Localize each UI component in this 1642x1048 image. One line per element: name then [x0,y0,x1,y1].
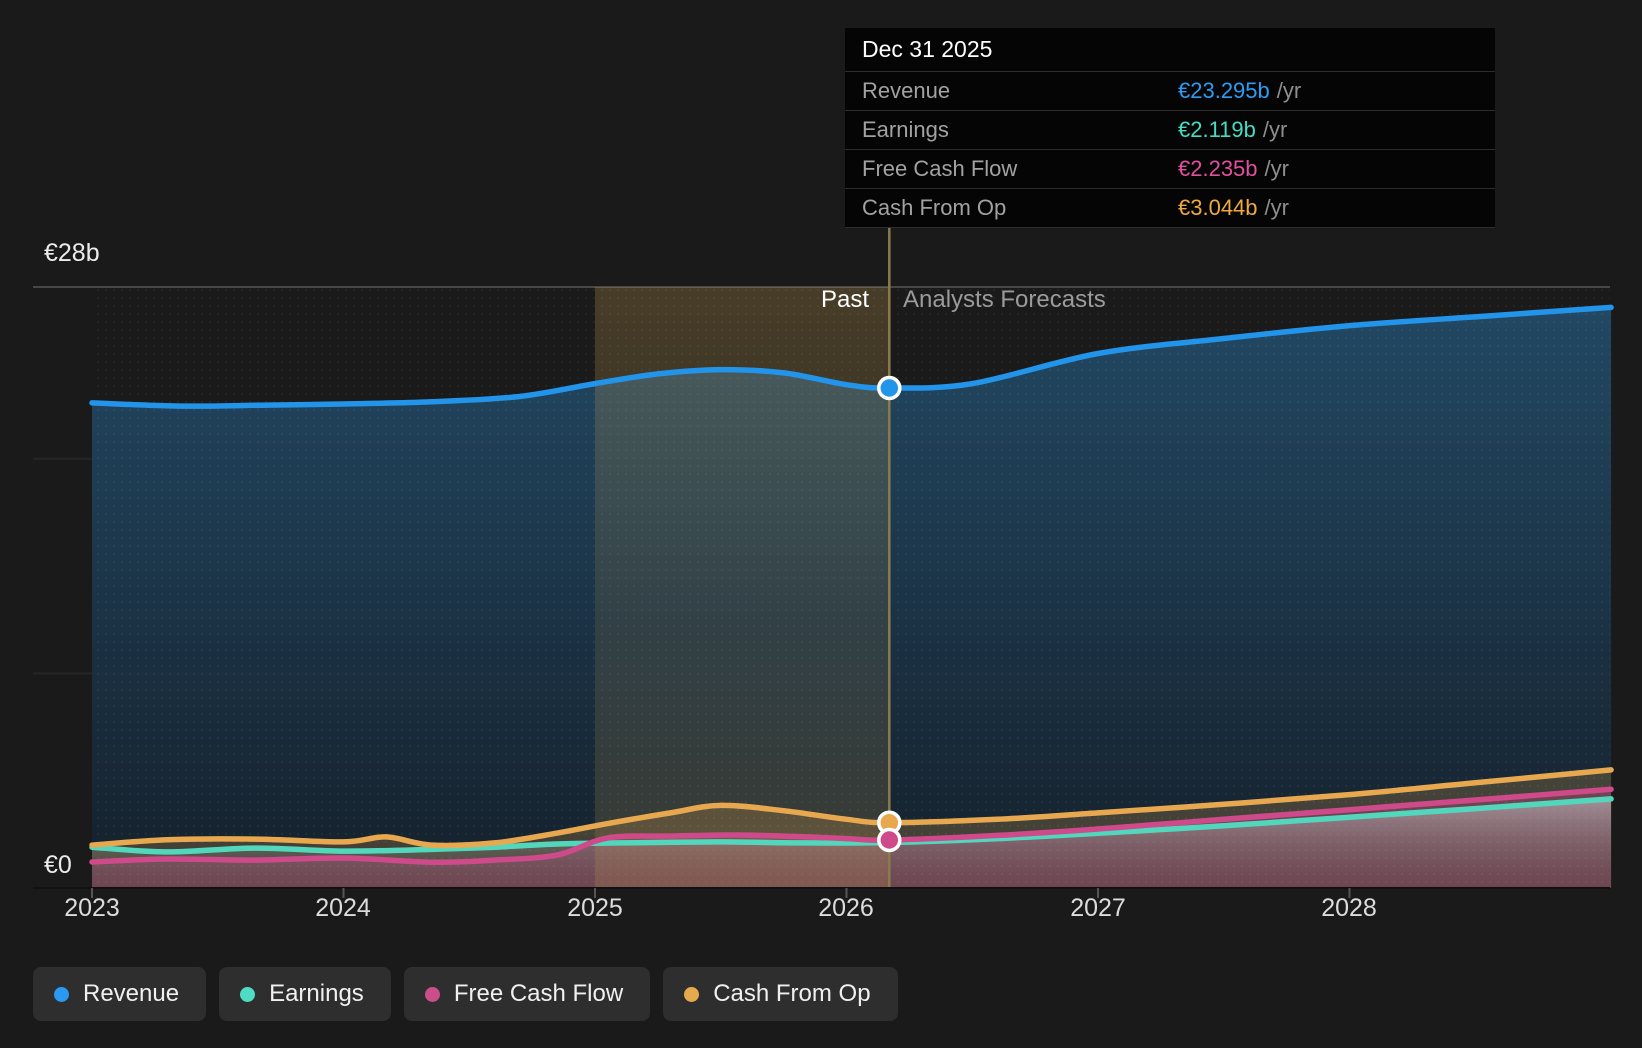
y-axis-zero-label: €0 [44,850,72,880]
chart-legend: Revenue Earnings Free Cash Flow Cash Fro… [33,967,898,1021]
tooltip-cashop-value: €3.044b [1178,195,1258,221]
free-cash-flow-marker[interactable] [879,830,900,851]
tooltip-date: Dec 31 2025 [845,28,1495,72]
tooltip-revenue-label: Revenue [845,78,1178,104]
tooltip-fcf-label: Free Cash Flow [845,156,1178,182]
x-axis-label-2024: 2024 [315,894,371,923]
x-axis-label-2025: 2025 [567,894,623,923]
revenue-marker[interactable] [879,378,900,399]
legend-earnings-label: Earnings [269,980,364,1008]
tooltip-earnings-value: €2.119b [1178,117,1256,143]
tooltip-revenue-suffix: /yr [1277,78,1301,104]
tooltip-row-cash-from-op: Cash From Op €3.044b /yr [845,189,1495,228]
y-axis-top-label: €28b [44,238,100,268]
x-axis-label-2028: 2028 [1321,894,1377,923]
analysts-forecasts-zone-label: Analysts Forecasts [903,286,1106,314]
tooltip-row-revenue: Revenue €23.295b /yr [845,72,1495,111]
tooltip-row-earnings: Earnings €2.119b /yr [845,111,1495,150]
legend-item-earnings[interactable]: Earnings [219,967,391,1021]
tooltip-earnings-suffix: /yr [1263,117,1287,143]
earnings-dot-icon [240,987,255,1002]
legend-revenue-label: Revenue [83,980,179,1008]
x-axis-label-2027: 2027 [1070,894,1126,923]
legend-fcf-label: Free Cash Flow [454,980,623,1008]
free-cash-flow-dot-icon [425,987,440,1002]
tooltip-fcf-suffix: /yr [1265,156,1289,182]
earnings-revenue-forecast-chart: €28b €0 2023 2024 2025 2026 2027 2028 Pa… [0,0,1642,1048]
x-axis-label-2023: 2023 [64,894,120,923]
hover-tooltip: Dec 31 2025 Revenue €23.295b /yr Earning… [845,28,1495,228]
tooltip-revenue-value: €23.295b [1178,78,1270,104]
legend-item-cash-from-op[interactable]: Cash From Op [663,967,897,1021]
legend-item-revenue[interactable]: Revenue [33,967,206,1021]
tooltip-cashop-label: Cash From Op [845,195,1178,221]
legend-item-free-cash-flow[interactable]: Free Cash Flow [404,967,650,1021]
tooltip-row-free-cash-flow: Free Cash Flow €2.235b /yr [845,150,1495,189]
legend-cashop-label: Cash From Op [713,980,870,1008]
revenue-dot-icon [54,987,69,1002]
tooltip-cashop-suffix: /yr [1265,195,1289,221]
x-axis-label-2026: 2026 [818,894,874,923]
cash-from-op-dot-icon [684,987,699,1002]
tooltip-fcf-value: €2.235b [1178,156,1258,182]
past-zone-label: Past [821,286,869,314]
tooltip-earnings-label: Earnings [845,117,1178,143]
